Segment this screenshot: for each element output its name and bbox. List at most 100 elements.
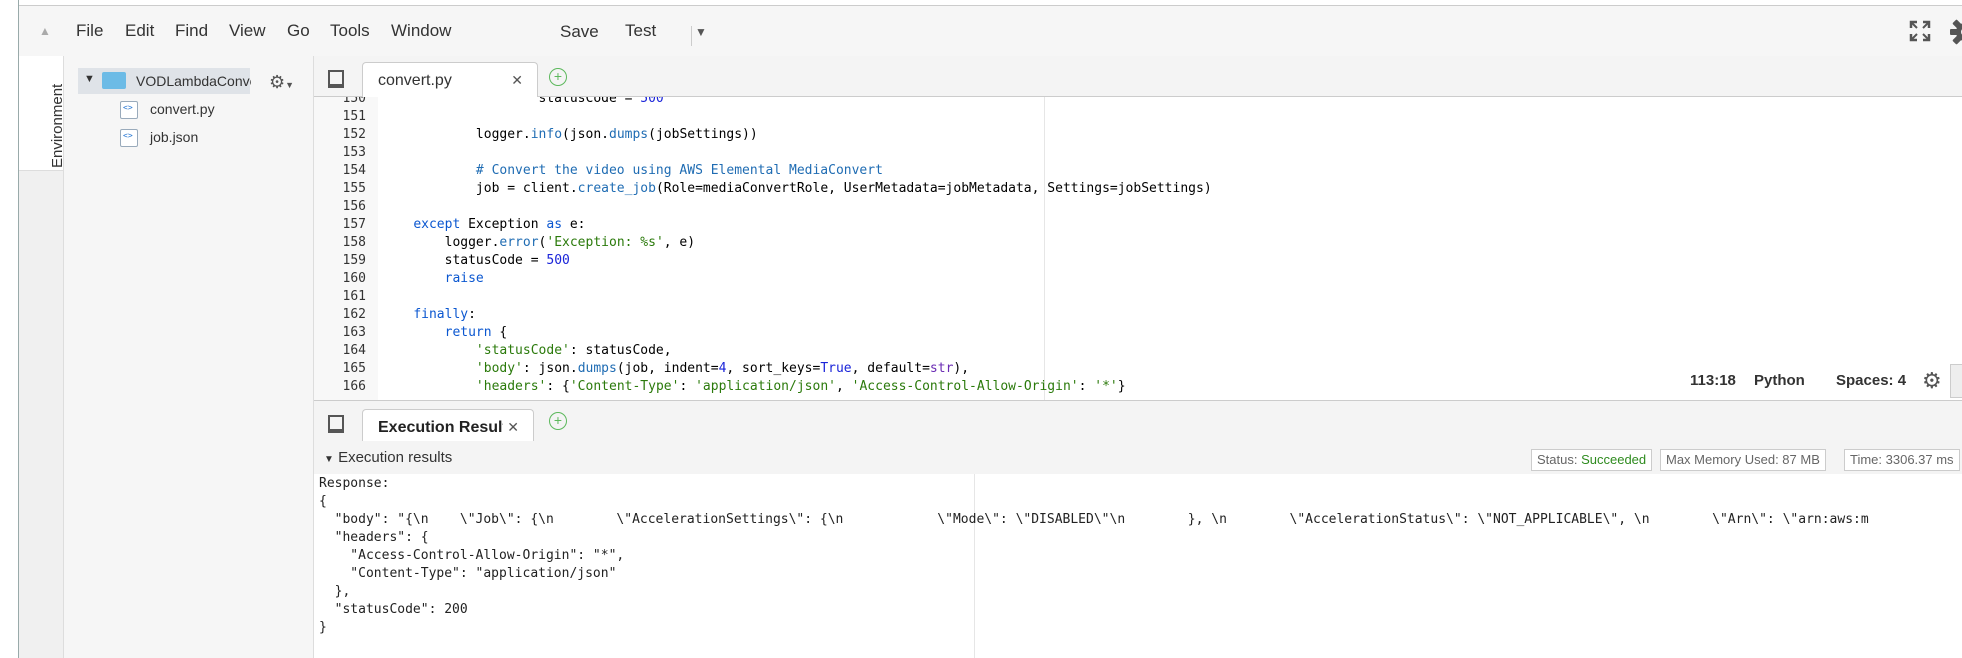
execution-results-toggle[interactable]: ▼ Execution results bbox=[324, 449, 452, 466]
new-tab-plus-icon[interactable]: + bbox=[549, 68, 567, 86]
code-text: statusCode = 500 bbox=[382, 253, 570, 268]
tree-root-folder[interactable]: ▼ VODLambdaConvert bbox=[78, 68, 251, 94]
code-line[interactable]: 164 'statusCode': statusCode, bbox=[314, 343, 1962, 361]
code-line[interactable]: 161 bbox=[314, 289, 1962, 307]
output-line: "statusCode": 200 bbox=[319, 602, 468, 617]
file-name: convert.py bbox=[150, 101, 215, 117]
tab-list-icon[interactable] bbox=[328, 70, 344, 88]
collapse-arrow-icon: ▼ bbox=[324, 454, 334, 465]
code-line[interactable]: 162 finally: bbox=[314, 307, 1962, 325]
line-number: 150 bbox=[342, 97, 366, 106]
tab-convert-py[interactable]: convert.py ✕ bbox=[362, 62, 538, 98]
code-text: finally: bbox=[413, 307, 476, 322]
code-text: 'headers': {'Content-Type': 'application… bbox=[475, 379, 1126, 394]
code-line[interactable]: 160 raise bbox=[314, 271, 1962, 289]
menu-view[interactable]: View bbox=[229, 21, 266, 41]
close-tab-icon[interactable]: ✕ bbox=[507, 419, 519, 436]
code-line[interactable]: 156 bbox=[314, 199, 1962, 217]
menu-edit[interactable]: Edit bbox=[125, 21, 154, 41]
line-number: 160 bbox=[342, 271, 366, 286]
status-label: Status: bbox=[1537, 452, 1578, 467]
code-text: 'body': json.dumps(job, indent=4, sort_k… bbox=[475, 361, 970, 376]
root-folder-name: VODLambdaConvert bbox=[136, 73, 251, 89]
menu-go[interactable]: Go bbox=[287, 21, 310, 41]
side-panel-tabs: Environment bbox=[19, 56, 66, 658]
line-number: 156 bbox=[342, 199, 366, 214]
expand-arrow-icon[interactable]: ▼ bbox=[84, 73, 95, 85]
close-tab-icon[interactable]: ✕ bbox=[511, 72, 523, 89]
tree-file-convert[interactable]: convert.py bbox=[120, 101, 215, 120]
output-line: "Content-Type": "application/json" bbox=[319, 566, 617, 581]
code-line[interactable]: 155 job = client.create_job(Role=mediaCo… bbox=[314, 181, 1962, 199]
new-tab-plus-icon[interactable]: + bbox=[549, 412, 567, 430]
tab-execution-results[interactable]: Execution Results ✕ bbox=[362, 409, 534, 443]
status-value: Succeeded bbox=[1581, 452, 1647, 467]
language-mode[interactable]: Python bbox=[1754, 372, 1805, 389]
line-number: 153 bbox=[342, 145, 366, 160]
code-line[interactable]: 151 bbox=[314, 109, 1962, 127]
code-editor[interactable]: 150 statusCode = 500 151 152 logger.info(j… bbox=[314, 97, 1962, 400]
output-line: "Access-Control-Allow-Origin": "*", bbox=[319, 548, 625, 563]
code-line[interactable]: 154 # Convert the video using AWS Elemen… bbox=[314, 163, 1962, 181]
save-button[interactable]: Save bbox=[560, 22, 599, 42]
line-number: 155 bbox=[342, 181, 366, 196]
output-line: "body": "{\n \"Job\": {\n \"Acceleration… bbox=[319, 512, 1869, 527]
editor-scrollbar[interactable] bbox=[1950, 364, 1962, 398]
menu-file[interactable]: File bbox=[76, 21, 103, 41]
output-line: } bbox=[319, 620, 327, 635]
execution-output[interactable]: Response: { "body": "{\n \"Job\": {\n \"… bbox=[314, 474, 1962, 658]
tree-settings-gear-icon[interactable]: ⚙▼ bbox=[269, 72, 294, 93]
menu-find[interactable]: Find bbox=[175, 21, 208, 41]
editor-settings-gear-icon[interactable]: ⚙ bbox=[1922, 368, 1942, 394]
line-number: 161 bbox=[342, 289, 366, 304]
status-badge: Status: Succeeded bbox=[1531, 449, 1653, 471]
code-line[interactable]: 150 statusCode = 500 bbox=[314, 97, 1962, 109]
code-text: raise bbox=[444, 271, 484, 286]
code-line[interactable]: 153 bbox=[314, 145, 1962, 163]
line-number: 157 bbox=[342, 217, 366, 232]
code-text: logger.info(json.dumps(jobSettings)) bbox=[382, 127, 758, 142]
tree-file-job[interactable]: job.json bbox=[120, 129, 199, 148]
execution-results-header: ▼ Execution results Status: Succeeded Ma… bbox=[314, 441, 1962, 475]
preferences-gear-icon[interactable] bbox=[1949, 16, 1962, 48]
code-text: except Exception as e: bbox=[413, 217, 586, 232]
file-tree: ▼ VODLambdaConvert ⚙▼ convert.py job.jso… bbox=[64, 56, 314, 658]
test-button[interactable]: Test bbox=[625, 21, 656, 41]
output-line: Response: bbox=[319, 476, 390, 491]
line-number: 152 bbox=[342, 127, 366, 142]
test-dropdown-caret-icon[interactable]: ▼ bbox=[695, 25, 707, 39]
line-number: 154 bbox=[342, 163, 366, 178]
line-number: 151 bbox=[342, 109, 366, 124]
code-line[interactable]: 163 return { bbox=[314, 325, 1962, 343]
output-line: { bbox=[319, 494, 327, 509]
code-text: return { bbox=[444, 325, 508, 340]
time-badge: Time: 3306.37 ms bbox=[1844, 449, 1960, 471]
code-file-icon bbox=[120, 129, 138, 148]
file-name: job.json bbox=[150, 129, 199, 145]
fullscreen-icon[interactable] bbox=[1909, 20, 1931, 42]
code-text: logger.error('Exception: %s', e) bbox=[382, 235, 696, 250]
code-line[interactable]: 158 logger.error('Exception: %s', e) bbox=[314, 235, 1962, 253]
output-line: "headers": { bbox=[319, 530, 429, 545]
editor-tabbar: convert.py ✕ + bbox=[314, 56, 1962, 98]
cursor-position[interactable]: 113:18 bbox=[1690, 372, 1736, 389]
menubar: ▲ File Edit Find View Go Tools Window Sa… bbox=[19, 5, 1962, 57]
code-text: # Convert the video using AWS Elemental … bbox=[382, 163, 883, 178]
code-line[interactable]: 159 statusCode = 500 bbox=[314, 253, 1962, 271]
line-number: 164 bbox=[342, 343, 366, 358]
results-tabbar: Execution Results ✕ + bbox=[314, 400, 1962, 443]
print-margin bbox=[974, 474, 975, 658]
indent-setting[interactable]: Spaces: 4 bbox=[1836, 372, 1906, 389]
line-number: 165 bbox=[342, 361, 366, 376]
code-line[interactable]: 152 logger.info(json.dumps(jobSettings)) bbox=[314, 127, 1962, 145]
collapse-menubar-icon[interactable]: ▲ bbox=[39, 24, 51, 38]
tab-list-icon[interactable] bbox=[328, 415, 344, 433]
line-number: 163 bbox=[342, 325, 366, 340]
environment-tab[interactable]: Environment bbox=[19, 56, 66, 171]
line-number: 162 bbox=[342, 307, 366, 322]
line-number: 159 bbox=[342, 253, 366, 268]
menu-tools[interactable]: Tools bbox=[330, 21, 370, 41]
tab-label: convert.py bbox=[378, 72, 452, 89]
menu-window[interactable]: Window bbox=[391, 21, 451, 41]
code-line[interactable]: 157 except Exception as e: bbox=[314, 217, 1962, 235]
